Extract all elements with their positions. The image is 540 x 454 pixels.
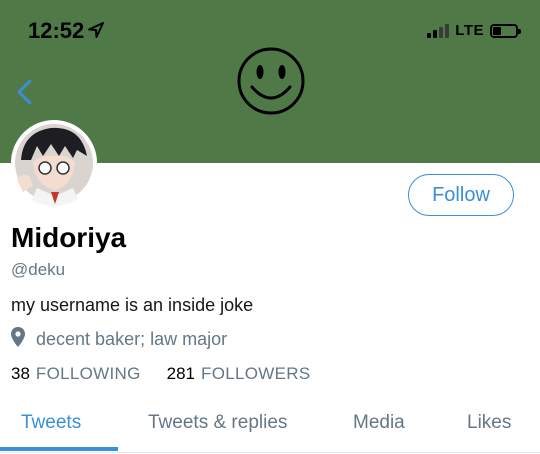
profile-tabs: Tweets Tweets & replies Media Likes bbox=[0, 400, 540, 453]
follow-counts: 38 FOLLOWING 281 FOLLOWERS bbox=[11, 364, 310, 384]
follow-button[interactable]: Follow bbox=[408, 174, 514, 216]
following-count: 38 bbox=[11, 364, 30, 383]
location-arrow-icon bbox=[88, 22, 104, 43]
status-time: 12:52 bbox=[28, 18, 85, 43]
active-tab-indicator bbox=[0, 447, 118, 451]
battery-icon bbox=[490, 23, 521, 38]
tab-tweets-and-replies[interactable]: Tweets & replies bbox=[148, 412, 287, 434]
profile-location: decent baker; law major bbox=[11, 327, 227, 352]
location-text: decent baker; law major bbox=[36, 329, 228, 349]
avatar[interactable] bbox=[11, 120, 97, 206]
following-count-link[interactable]: 38 FOLLOWING bbox=[11, 364, 141, 384]
followers-count-link[interactable]: 281 FOLLOWERS bbox=[167, 364, 311, 384]
map-pin-icon bbox=[11, 327, 25, 352]
profile-bio: my username is an inside joke bbox=[11, 295, 254, 315]
profile-handle: @deku bbox=[11, 260, 66, 279]
network-type: LTE bbox=[455, 22, 484, 39]
tab-media[interactable]: Media bbox=[353, 412, 405, 434]
followers-count: 281 bbox=[166, 364, 196, 383]
smiley-face-icon bbox=[235, 45, 307, 122]
signal-icon bbox=[427, 23, 450, 38]
followers-label: FOLLOWERS bbox=[201, 364, 311, 383]
chevron-left-icon[interactable] bbox=[14, 78, 36, 111]
tab-tweets[interactable]: Tweets bbox=[21, 412, 81, 434]
profile-name: Midoriya bbox=[11, 222, 127, 253]
status-indicators: LTE bbox=[427, 22, 521, 39]
tab-likes[interactable]: Likes bbox=[467, 412, 511, 434]
following-label: FOLLOWING bbox=[35, 364, 141, 383]
